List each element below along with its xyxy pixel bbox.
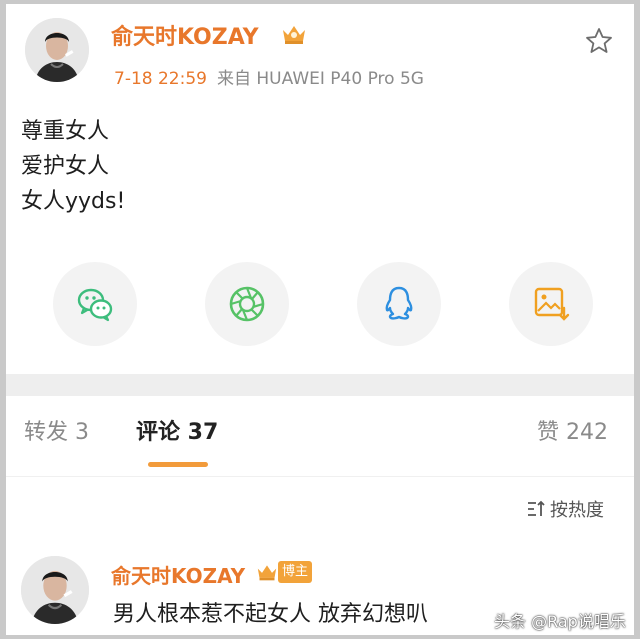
crown-icon [283, 26, 305, 44]
sort-label: 按热度 [550, 500, 604, 521]
tabs-divider [6, 476, 634, 477]
sort-by-hot-button[interactable]: 按热度 [526, 496, 604, 522]
interaction-tabs: 转发 3 评论 37 赞 242 [6, 396, 634, 476]
save-image-button[interactable] [509, 262, 593, 346]
share-moments-button[interactable] [205, 262, 289, 346]
post-line: 女人yyds! [21, 189, 126, 214]
active-tab-indicator [148, 462, 208, 467]
author-name[interactable]: 俞天时KOZAY [111, 19, 259, 51]
share-qq-button[interactable] [357, 262, 441, 346]
qq-icon [385, 286, 413, 320]
comment-text: 男人根本惹不起女人 放弃幻想叭 [113, 602, 428, 627]
save-image-icon [534, 287, 570, 321]
crown-icon [257, 565, 277, 581]
author-avatar[interactable] [25, 18, 89, 82]
wechat-icon [77, 288, 113, 322]
section-divider [6, 374, 634, 396]
avatar-image [21, 556, 89, 624]
tab-comments[interactable]: 评论 37 [136, 414, 218, 446]
tab-likes[interactable]: 赞 242 [537, 414, 608, 446]
post-source: 来自 HUAWEI P40 Pro 5G [216, 69, 424, 89]
post-line: 尊重女人 [21, 119, 110, 144]
weibo-screen: 俞天时KOZAY 7-18 22:59 来自 HUAWEI P40 Pro 5G … [6, 4, 634, 635]
post-line: 爱护女人 [21, 154, 110, 179]
watermark: 头条 @Rap说唱乐 [494, 612, 626, 631]
author-badge: 博主 [278, 561, 313, 583]
post-time: 7-18 22:59 [114, 69, 207, 89]
post-card: 俞天时KOZAY 7-18 22:59 来自 HUAWEI P40 Pro 5G … [6, 4, 634, 374]
sort-icon [528, 500, 545, 516]
post-meta: 7-18 22:59 来自 HUAWEI P40 Pro 5G [114, 64, 424, 89]
post-body: 尊重女人 爱护女人 女人yyds! [21, 114, 125, 219]
tab-repost[interactable]: 转发 3 [24, 414, 89, 446]
share-wechat-button[interactable] [53, 262, 137, 346]
commenter-name[interactable]: 俞天时KOZAY [111, 560, 245, 589]
moments-icon [229, 286, 265, 322]
avatar-image [25, 18, 89, 82]
favorite-star-icon[interactable] [584, 26, 614, 56]
commenter-avatar[interactable] [21, 556, 89, 624]
